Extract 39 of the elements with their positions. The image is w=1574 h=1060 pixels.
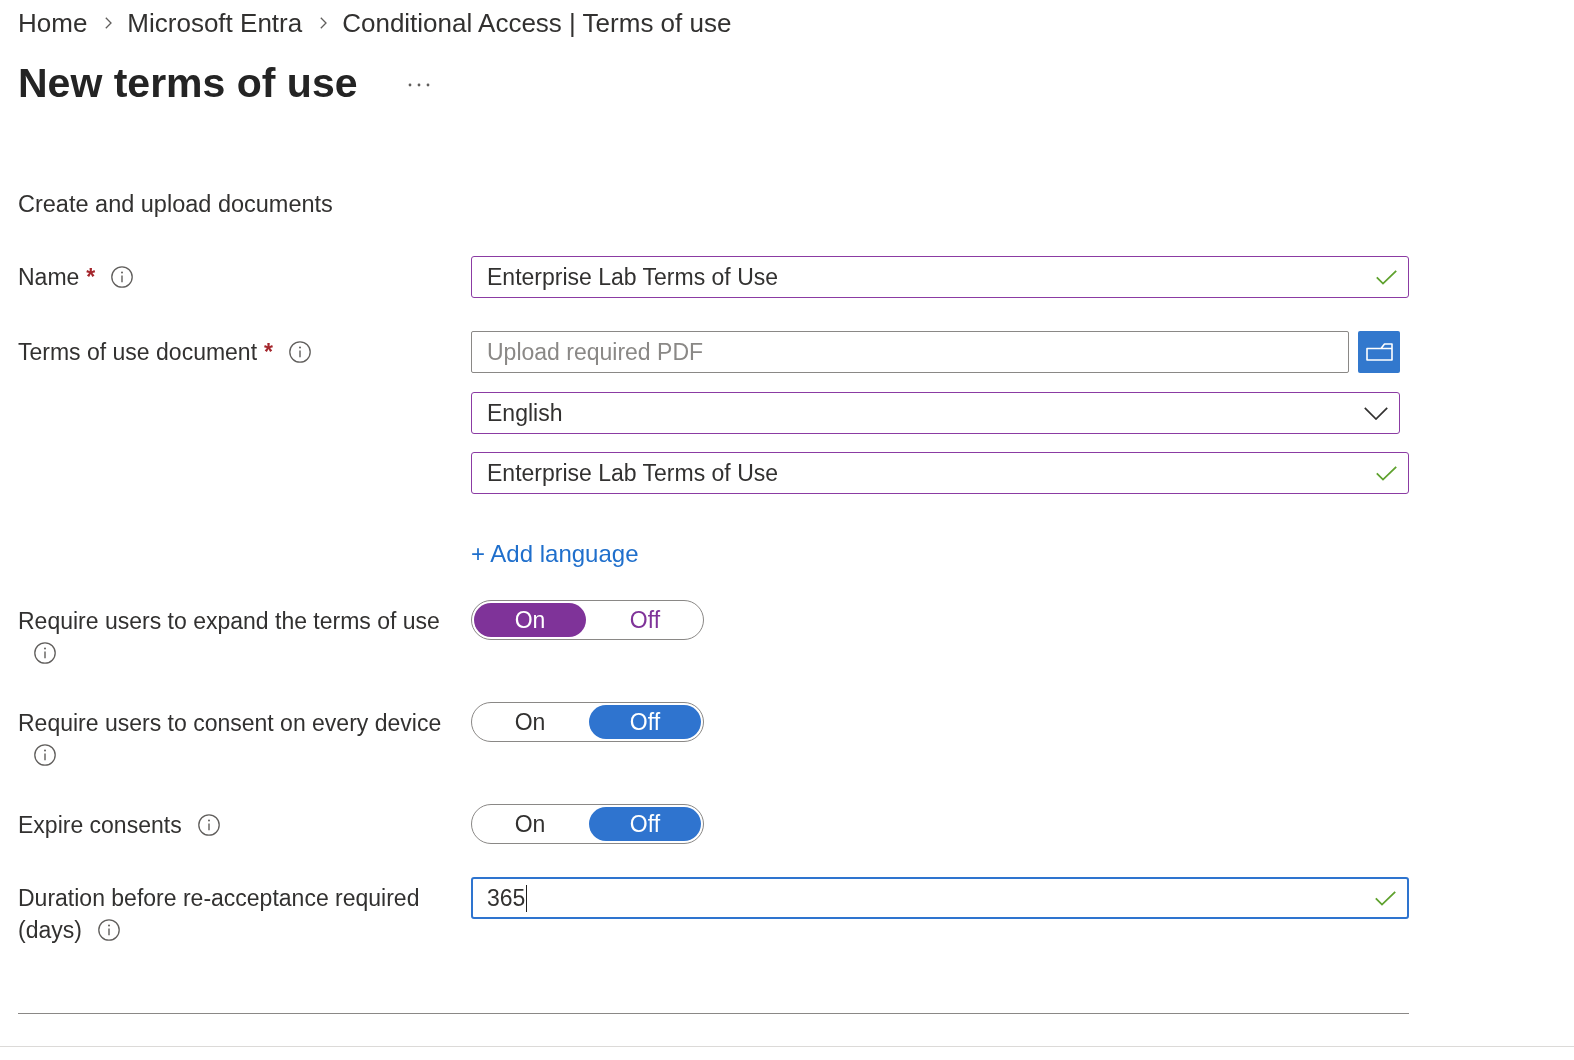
- field-label: Expire consents: [18, 812, 182, 838]
- breadcrumb-link[interactable]: Conditional Access | Terms of use: [342, 8, 732, 38]
- info-icon[interactable]: [34, 743, 56, 766]
- info-icon[interactable]: [97, 918, 120, 941]
- section-heading: Create and upload documents: [18, 190, 333, 218]
- toggle-option[interactable]: Off: [589, 603, 701, 637]
- breadcrumb-link[interactable]: Home: [18, 8, 88, 38]
- required-mark: *: [264, 339, 273, 365]
- chevron-right-icon: [320, 17, 328, 29]
- browse-button[interactable]: [1358, 331, 1400, 373]
- info-icon[interactable]: [111, 265, 134, 288]
- file-upload-field[interactable]: Upload required PDF: [471, 331, 1349, 373]
- toggle-option[interactable]: Off: [589, 807, 701, 841]
- info-icon[interactable]: [34, 641, 56, 664]
- folder-icon: [1365, 343, 1393, 361]
- toggle-option[interactable]: On: [474, 603, 586, 637]
- toggle-option[interactable]: On: [474, 705, 586, 739]
- input-field[interactable]: 365: [471, 877, 1409, 919]
- toggle-option[interactable]: Off: [589, 705, 701, 739]
- field-label: Require users to consent on every device: [18, 710, 442, 736]
- info-icon[interactable]: [197, 813, 220, 836]
- field-label: (days): [18, 917, 82, 943]
- field-label: Duration before re-acceptance required: [18, 884, 421, 913]
- page-title: New terms of use: [18, 59, 358, 108]
- input-field[interactable]: Enterprise Lab Terms of Use: [471, 256, 1409, 298]
- more-icon[interactable]: [407, 83, 430, 87]
- field-label: Terms of use document: [18, 339, 258, 365]
- field-label: Require users to expand the terms of use: [18, 608, 440, 634]
- text-cursor: [526, 884, 528, 912]
- input-field[interactable]: Enterprise Lab Terms of Use: [471, 452, 1409, 494]
- language-dropdown[interactable]: English: [471, 392, 1400, 434]
- chevron-down-icon: [1364, 406, 1388, 420]
- breadcrumb-link[interactable]: Microsoft Entra: [127, 8, 303, 38]
- chevron-right-icon: [105, 17, 113, 29]
- required-mark: *: [86, 264, 96, 290]
- toggle-option[interactable]: On: [474, 807, 586, 841]
- info-icon[interactable]: [289, 340, 311, 363]
- add-language-link[interactable]: + Add language: [471, 541, 639, 567]
- field-label: Name: [18, 264, 80, 290]
